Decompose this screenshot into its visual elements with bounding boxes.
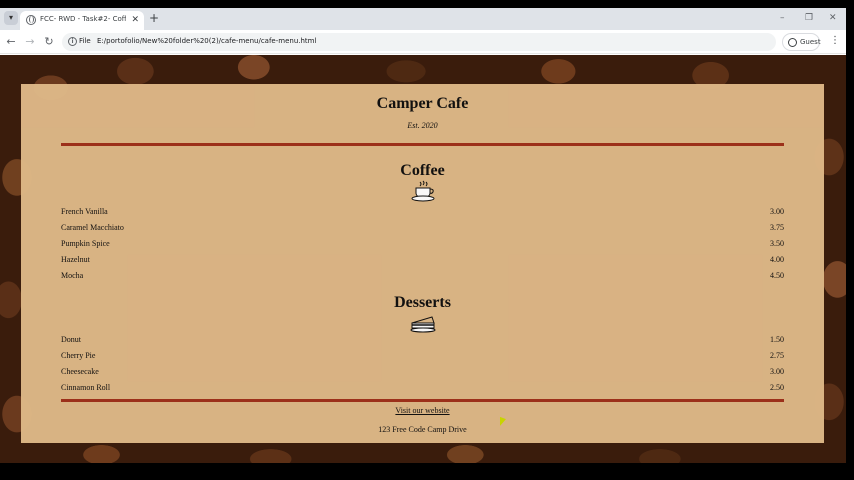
url-text[interactable]: E:/portofolio/New%20folder%20(2)/cafe-me… [97, 37, 316, 45]
item-price: 3.75 [770, 223, 784, 232]
address-bar[interactable]: i File E:/portofolio/New%20folder%20(2)/… [62, 33, 776, 51]
page-viewport: Camper Cafe Est. 2020 Coffee French Vani… [0, 55, 846, 463]
back-icon[interactable]: ← [4, 35, 18, 49]
pie-slice-icon [410, 316, 436, 333]
item-name: Cheesecake [61, 367, 99, 376]
item-name: Donut [61, 335, 81, 344]
coffee-cup-icon [411, 180, 435, 202]
top-divider [61, 143, 784, 146]
profile-label: Guest [800, 38, 821, 46]
established-text: Est. 2020 [407, 121, 438, 130]
footer-link-container: Visit our website [21, 406, 824, 415]
menu-item-hazelnut: Hazelnut 4.00 [61, 255, 784, 267]
menu-item-pumpkin-spice: Pumpkin Spice 3.50 [61, 239, 784, 251]
item-name: Cinnamon Roll [61, 383, 111, 392]
desserts-section-title: Desserts [394, 294, 451, 311]
item-name: Hazelnut [61, 255, 90, 264]
menu-item-cherry-pie: Cherry Pie 2.75 [61, 351, 784, 363]
menu-item-caramel-macchiato: Caramel Macchiato 3.75 [61, 223, 784, 235]
profile-button[interactable]: Guest [782, 33, 821, 51]
new-tab-button[interactable]: + [149, 11, 159, 25]
cafe-menu-card: Camper Cafe Est. 2020 Coffee French Vani… [21, 84, 824, 443]
address-text: 123 Free Code Camp Drive [378, 425, 467, 434]
tab-strip: ▾ FCC- RWD - Task#2- Coffie Sh… ✕ + – ❐ … [0, 8, 846, 30]
coffee-section-title: Coffee [400, 162, 445, 179]
info-icon[interactable]: i [68, 37, 77, 46]
item-price: 1.50 [770, 335, 784, 344]
item-name: Cherry Pie [61, 351, 96, 360]
item-name: Pumpkin Spice [61, 239, 110, 248]
item-name: Caramel Macchiato [61, 223, 124, 232]
minimize-icon[interactable]: – [780, 12, 785, 24]
tab-active[interactable]: FCC- RWD - Task#2- Coffie Sh… ✕ [20, 11, 144, 30]
tab-search-button[interactable]: ▾ [4, 11, 18, 25]
close-tab-icon[interactable]: ✕ [131, 14, 139, 26]
globe-icon [26, 15, 36, 25]
close-window-icon[interactable]: ✕ [829, 12, 837, 24]
bottom-divider [61, 399, 784, 402]
tab-title: FCC- RWD - Task#2- Coffie Sh… [40, 15, 126, 23]
item-price: 3.00 [770, 367, 784, 376]
more-menu-icon[interactable]: ⋮ [830, 35, 840, 47]
menu-item-cheesecake: Cheesecake 3.00 [61, 367, 784, 379]
browser-window: ▾ FCC- RWD - Task#2- Coffie Sh… ✕ + – ❐ … [0, 8, 846, 463]
reload-icon[interactable]: ↻ [42, 35, 56, 49]
item-price: 3.50 [770, 239, 784, 248]
forward-icon[interactable]: → [23, 35, 37, 49]
scheme-chip: File [79, 37, 91, 45]
item-name: French Vanilla [61, 207, 108, 216]
profile-icon [788, 38, 797, 47]
item-name: Mocha [61, 271, 84, 280]
item-price: 2.50 [770, 383, 784, 392]
item-price: 2.75 [770, 351, 784, 360]
mouse-cursor [500, 416, 506, 429]
item-price: 3.00 [770, 207, 784, 216]
restore-icon[interactable]: ❐ [805, 12, 813, 24]
browser-toolbar: ← → ↻ i File E:/portofolio/New%20folder%… [0, 30, 846, 54]
item-price: 4.50 [770, 271, 784, 280]
menu-item-mocha: Mocha 4.50 [61, 271, 784, 283]
item-price: 4.00 [770, 255, 784, 264]
visit-website-link[interactable]: Visit our website [395, 406, 449, 415]
menu-item-cinnamon-roll: Cinnamon Roll 2.50 [61, 383, 784, 395]
cafe-name: Camper Cafe [376, 95, 469, 112]
menu-item-donut: Donut 1.50 [61, 335, 784, 347]
menu-item-french-vanilla: French Vanilla 3.00 [61, 207, 784, 219]
